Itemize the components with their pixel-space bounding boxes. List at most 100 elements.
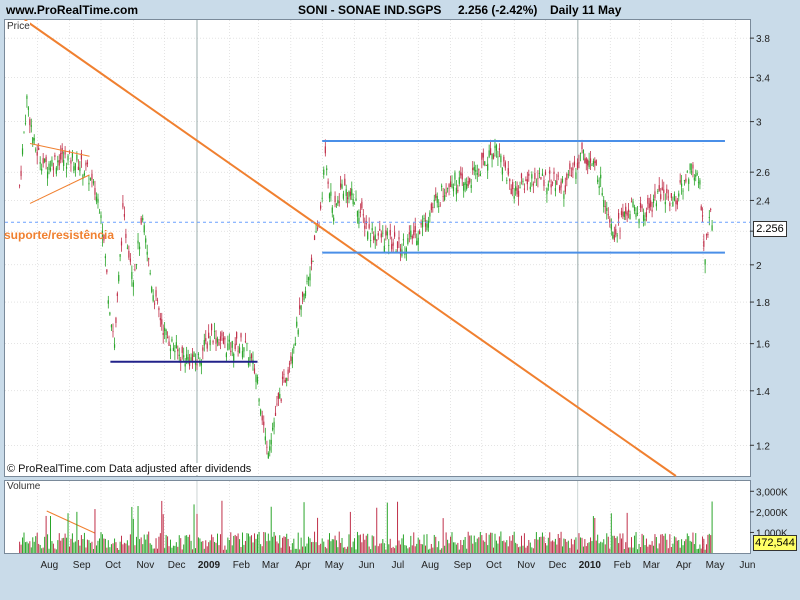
candle-body [476, 172, 478, 175]
candle-body [670, 193, 672, 198]
candle-body [642, 214, 645, 221]
candle-body [638, 219, 640, 224]
candle-body [622, 211, 624, 217]
candle-body [113, 344, 116, 348]
candle-body [655, 203, 657, 207]
candle-body [573, 161, 576, 166]
candle-body [466, 183, 468, 190]
candle-body [692, 164, 694, 169]
candle-body [690, 171, 693, 173]
candle-body [449, 181, 452, 187]
candle-body [588, 161, 590, 168]
candle-body [703, 240, 705, 247]
price-panel-label: Price [7, 21, 30, 32]
candle-body [491, 153, 493, 160]
candle-body [328, 193, 331, 199]
candle-body [658, 185, 660, 191]
candle-body [327, 181, 329, 184]
candle-body [356, 210, 359, 217]
candle-body [97, 198, 99, 203]
candle-body [44, 158, 46, 162]
candle-body [589, 158, 592, 163]
candle-body [673, 194, 675, 201]
candle-body [184, 363, 186, 367]
candle-body [601, 193, 603, 196]
candle-body [49, 167, 52, 171]
candle-body [685, 178, 687, 182]
candle-body [237, 350, 239, 352]
candle-body [178, 354, 180, 356]
candle-body [315, 231, 317, 233]
candle-body [241, 351, 244, 358]
candle-body [335, 203, 338, 205]
price-chart[interactable]: 1.21.41.61.822.22.42.633.43.8AugSepOctNo… [0, 0, 800, 600]
candle-body [36, 151, 38, 156]
candle-body [607, 214, 609, 216]
candle-body [529, 186, 531, 190]
candle-body [143, 225, 145, 233]
candle-body [63, 159, 65, 166]
candle-body [225, 353, 227, 358]
candle-body [688, 179, 690, 184]
candle-body [495, 145, 498, 151]
close-point [659, 193, 660, 194]
candle-body [41, 168, 43, 171]
candle-body [21, 148, 24, 155]
candle-body [678, 193, 680, 197]
candle-body [112, 331, 114, 333]
candle-body [500, 155, 502, 163]
candle-body [689, 163, 691, 170]
candle-body [408, 232, 410, 235]
candle-body [435, 194, 437, 198]
candle-body [513, 196, 515, 199]
candle-body [391, 244, 393, 250]
candle-body [85, 162, 87, 166]
candle-body [258, 399, 260, 402]
candle-body [473, 166, 475, 171]
candle-body [88, 182, 90, 185]
candle-body [645, 211, 648, 218]
candle-body [172, 347, 175, 352]
candle-body [686, 171, 688, 173]
candle-body [291, 356, 293, 364]
candle-body [417, 237, 419, 245]
candle-body [359, 211, 361, 213]
candle-body [46, 171, 49, 179]
candle-body [73, 166, 75, 172]
candle-body [587, 159, 589, 166]
candle-body [576, 162, 579, 168]
candle-body [197, 354, 200, 355]
candle-body [71, 153, 74, 158]
candle-body [613, 234, 615, 240]
time-tick-label: Sep [454, 560, 472, 571]
candle-body [158, 307, 160, 311]
candle-body [324, 146, 326, 154]
candle-body [338, 201, 340, 203]
candle-body [469, 178, 471, 183]
candle-body [625, 206, 627, 214]
price-tick-label: 3.4 [756, 73, 770, 84]
candle-body [407, 238, 409, 244]
price-tick-label: 1.4 [756, 387, 770, 398]
candle-body [313, 235, 316, 240]
candle-body [485, 165, 487, 166]
candle-body [679, 180, 681, 183]
candle-body [609, 219, 611, 223]
candle-body [374, 234, 376, 241]
candle-body [205, 338, 207, 342]
candle-body [675, 199, 677, 205]
candle-body [236, 332, 238, 339]
candle-body [598, 186, 600, 189]
candle-body [348, 191, 350, 198]
candle-body [42, 158, 44, 164]
candle-body [507, 168, 509, 175]
candle-body [142, 218, 144, 221]
candle-body [330, 191, 332, 196]
candle-body [32, 137, 34, 144]
candle-body [484, 161, 486, 166]
support-resistance-annotation: suporte/resistência [4, 228, 115, 242]
candle-body [55, 167, 57, 174]
candle-body [557, 175, 559, 177]
candle-body [448, 184, 450, 188]
candle-body [494, 145, 496, 149]
